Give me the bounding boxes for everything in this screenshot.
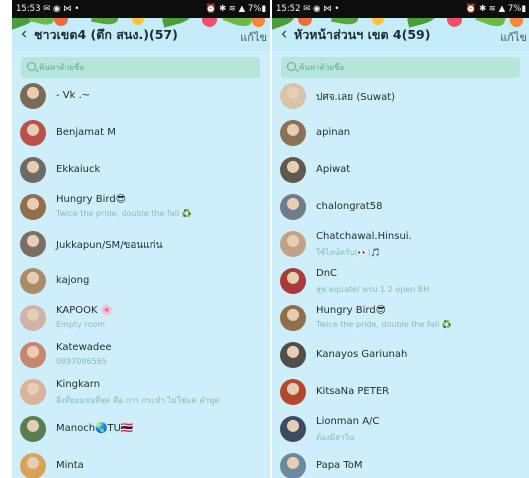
member-name: Kingkarn — [56, 379, 101, 390]
search-input[interactable] — [39, 58, 254, 77]
member-row[interactable]: Katewadee 0897096565 — [12, 337, 270, 374]
header-bar: ‹ ชาวเขต4 (ตึก สนง.)(57) แก้ไข — [12, 18, 270, 51]
member-row[interactable]: Chatchawal.Hinsui. ใช้ไลน์ครับ(👀)🎵 — [272, 226, 529, 263]
member-name: DnC — [316, 268, 338, 279]
back-arrow-icon[interactable]: ‹ — [276, 24, 292, 44]
member-status-message: ต้องมีสาวิน — [316, 433, 355, 442]
group-title: ชาวเขต4 (ตึก สนง.)(57) — [34, 27, 178, 42]
group-title: หัวหน้าส่วนฯ เขต 4(59) — [294, 27, 431, 42]
member-list-screen-left: 15:53 ✉ ◉ ⋈ • ⏰ ✱ ≋ ▲ 7%▮ ‹ ชาวเขต4 (ตึก… — [12, 0, 270, 478]
member-name: ปศจ.เลย (Suwat) — [316, 92, 396, 103]
edit-button[interactable]: แก้ไข — [500, 28, 527, 46]
member-row[interactable]: Kingkarn สิ่งที่ยอมจนที่สุด คือ การ กระทำ… — [12, 374, 270, 411]
member-name: KitsaNa PETER — [316, 386, 390, 397]
member-name: Hungry Bird😎 — [316, 305, 387, 316]
avatar — [280, 120, 306, 146]
member-row[interactable]: apinan — [272, 115, 529, 152]
avatar — [280, 453, 306, 478]
member-row[interactable]: Papa ToM — [272, 448, 529, 478]
member-status-message: Twice the pride, double the fall ♻️ — [56, 209, 192, 218]
member-name: Hungry Bird😎 — [56, 194, 127, 205]
member-status-message: Twice the pride, double the fall ♻️ — [316, 320, 452, 329]
member-row[interactable]: Jukkapun/SM/ขอนแก่น — [12, 226, 270, 263]
member-row[interactable]: Benjamat M — [12, 115, 270, 152]
member-name: Katewadee — [56, 342, 112, 353]
member-name: Chatchawal.Hinsui. — [316, 231, 412, 242]
avatar — [280, 268, 306, 294]
avatar — [280, 379, 306, 405]
avatar — [20, 416, 46, 442]
avatar — [20, 231, 46, 257]
member-row[interactable]: - Vk .~ — [12, 78, 270, 115]
avatar — [280, 416, 306, 442]
member-row[interactable]: KAPOOK 🌸 Empty room — [12, 300, 270, 337]
avatar — [280, 305, 306, 331]
status-time: 15:53 ✉ ◉ ⋈ • — [16, 4, 80, 14]
member-name: Manoch🌏TU🇹🇭 — [56, 423, 134, 434]
search-icon — [27, 62, 36, 71]
search-icon — [287, 62, 296, 71]
avatar — [280, 231, 306, 257]
search-box[interactable] — [21, 57, 260, 78]
avatar — [280, 83, 306, 109]
member-status-message: 0897096565 — [56, 357, 107, 366]
avatar — [280, 342, 306, 368]
member-name: Ekkaiuck — [56, 164, 101, 175]
member-row[interactable]: Minta — [12, 448, 270, 478]
avatar — [280, 194, 306, 220]
member-name: kajong — [56, 275, 90, 286]
member-name: Kanayos Gariunah — [316, 349, 408, 360]
avatar — [20, 342, 46, 368]
member-status-message: ใช้ไลน์ครับ(👀)🎵 — [316, 248, 381, 257]
member-name: Lionman A/C — [316, 416, 380, 427]
member-name: apinan — [316, 127, 351, 138]
back-arrow-icon[interactable]: ‹ — [16, 24, 32, 44]
member-row[interactable]: Hungry Bird😎 Twice the pride, double the … — [272, 300, 529, 337]
member-row[interactable]: KitsaNa PETER — [272, 374, 529, 411]
avatar — [20, 453, 46, 478]
member-row[interactable]: chalongrat58 — [272, 189, 529, 226]
member-list-screen-right: 15:52 ✉ ◉ ⋈ • ⏰ ✱ ≋ ▲ 7%▮ ‹ หัวหน้าส่วนฯ… — [272, 0, 529, 478]
member-name: KAPOOK 🌸 — [56, 305, 114, 316]
avatar — [20, 120, 46, 146]
avatar — [20, 157, 46, 183]
avatar — [20, 379, 46, 405]
avatar — [20, 194, 46, 220]
status-system-icons: ⏰ ✱ ≋ ▲ 7%▮ — [465, 4, 526, 14]
member-row[interactable]: DnC สุข equater ครบ 1 2 open BH — [272, 263, 529, 300]
member-row[interactable]: Kanayos Gariunah — [272, 337, 529, 374]
edit-button[interactable]: แก้ไข — [240, 28, 267, 46]
member-name: Papa ToM — [316, 460, 363, 471]
avatar — [20, 305, 46, 331]
member-row[interactable]: ปศจ.เลย (Suwat) — [272, 78, 529, 115]
avatar — [280, 157, 306, 183]
member-row[interactable]: Lionman A/C ต้องมีสาวิน — [272, 411, 529, 448]
status-system-icons: ⏰ ✱ ≋ ▲ 7%▮ — [205, 4, 266, 14]
member-name: - Vk .~ — [56, 90, 91, 101]
member-name: Benjamat M — [56, 127, 116, 138]
header-bar: ‹ หัวหน้าส่วนฯ เขต 4(59) แก้ไข — [272, 18, 529, 51]
member-name: Jukkapun/SM/ขอนแก่น — [56, 240, 163, 251]
status-bar: 15:52 ✉ ◉ ⋈ • ⏰ ✱ ≋ ▲ 7%▮ — [272, 0, 529, 18]
member-status-message: Empty room — [56, 320, 106, 329]
member-status-message: สุข equater ครบ 1 2 open BH — [316, 285, 430, 294]
member-row[interactable]: kajong — [12, 263, 270, 300]
search-box[interactable] — [281, 57, 520, 78]
member-row[interactable]: Apiwat — [272, 152, 529, 189]
member-name: Apiwat — [316, 164, 351, 175]
member-row[interactable]: Ekkaiuck — [12, 152, 270, 189]
member-row[interactable]: Hungry Bird😎 Twice the pride, double the … — [12, 189, 270, 226]
member-status-message: สิ่งที่ยอมจนที่สุด คือ การ กระทำ ไม่ใช่แ… — [56, 396, 220, 405]
avatar — [20, 268, 46, 294]
search-input[interactable] — [299, 58, 514, 77]
status-bar: 15:53 ✉ ◉ ⋈ • ⏰ ✱ ≋ ▲ 7%▮ — [12, 0, 270, 18]
member-name: Minta — [56, 460, 84, 471]
avatar — [20, 83, 46, 109]
status-time: 15:52 ✉ ◉ ⋈ • — [276, 4, 340, 14]
member-name: chalongrat58 — [316, 201, 383, 212]
member-row[interactable]: Manoch🌏TU🇹🇭 — [12, 411, 270, 448]
